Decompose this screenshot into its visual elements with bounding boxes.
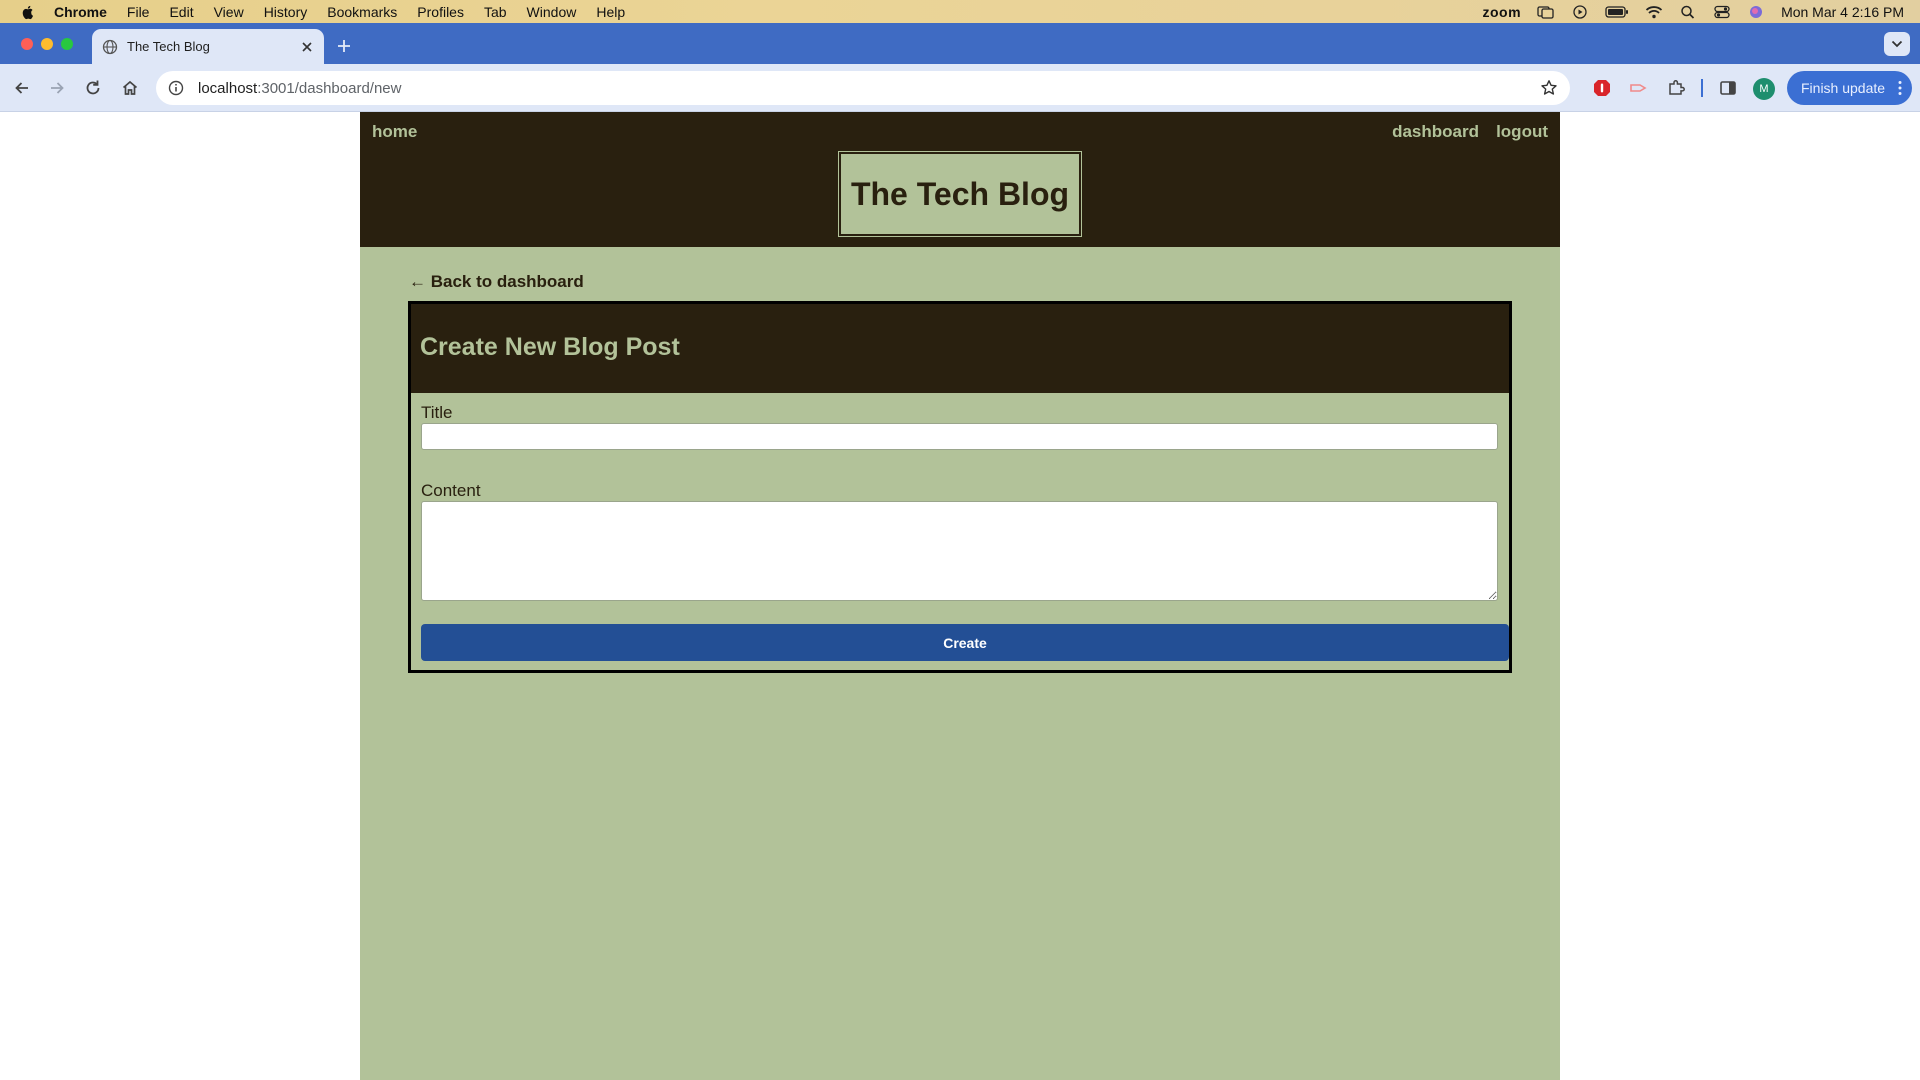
apple-icon[interactable] (20, 4, 36, 20)
url-host: localhost (198, 79, 258, 97)
site-container: home dashboard logout The Tech Blog ← Ba… (360, 112, 1560, 1080)
new-post-form: Create New Blog Post Title Content Creat… (408, 301, 1512, 673)
finish-update-button[interactable]: Finish update (1787, 71, 1912, 105)
nav-dashboard-link[interactable]: dashboard (1392, 122, 1479, 142)
window-close-button[interactable] (21, 38, 33, 50)
cast-extension-icon[interactable] (1628, 78, 1648, 98)
title-label: Title (421, 403, 453, 422)
menu-help[interactable]: Help (596, 4, 625, 20)
new-tab-plus-icon[interactable] (334, 36, 354, 56)
screen-mirroring-icon[interactable] (1537, 5, 1555, 19)
tab-close-button[interactable] (298, 38, 316, 56)
nav-logout-link[interactable]: logout (1496, 122, 1548, 142)
menu-tab[interactable]: Tab (484, 4, 507, 20)
menu-file[interactable]: File (127, 4, 150, 20)
post-title-input[interactable] (421, 423, 1498, 450)
status-area: zoom Mon Mar 4 2:16 PM (1483, 0, 1905, 23)
menu-profiles[interactable]: Profiles (417, 4, 464, 20)
site-info-icon[interactable] (168, 80, 184, 96)
macos-menubar: Chrome File Edit View History Bookmarks … (0, 0, 1920, 23)
reload-icon[interactable] (83, 78, 103, 98)
site-title: The Tech Blog (850, 175, 1070, 212)
kebab-menu-icon (1898, 81, 1902, 95)
form-header: Create New Blog Post (411, 304, 1509, 393)
close-icon (302, 41, 312, 52)
content-label: Content (421, 481, 481, 500)
bookmark-star-icon[interactable] (1540, 79, 1558, 97)
battery-icon[interactable] (1605, 5, 1629, 19)
page-viewport: home dashboard logout The Tech Blog ← Ba… (0, 112, 1920, 1080)
tab-title: The Tech Blog (127, 39, 210, 54)
menu-bookmarks[interactable]: Bookmarks (327, 4, 397, 20)
chrome-toolbar: localhost:3001/dashboard/new M Finish up… (0, 64, 1920, 112)
menu-history[interactable]: History (264, 4, 308, 20)
spotlight-search-icon[interactable] (1679, 5, 1697, 19)
forward-arrow-icon[interactable] (47, 78, 67, 98)
menu-chrome[interactable]: Chrome (54, 4, 107, 20)
control-center-icon[interactable] (1713, 5, 1731, 19)
menu-edit[interactable]: Edit (169, 4, 193, 20)
side-panel-icon[interactable] (1718, 78, 1738, 98)
form-heading: Create New Blog Post (420, 333, 680, 361)
siri-icon[interactable] (1747, 5, 1765, 19)
toolbar-divider (1701, 79, 1703, 97)
wifi-icon[interactable] (1645, 5, 1663, 19)
chrome-tab-strip: The Tech Blog (0, 23, 1920, 64)
menubar-clock[interactable]: Mon Mar 4 2:16 PM (1781, 4, 1904, 20)
tab-search-button[interactable] (1884, 32, 1910, 56)
url-path: :3001/dashboard/new (257, 79, 402, 97)
profile-avatar[interactable]: M (1753, 78, 1775, 100)
site-brand-box: The Tech Blog (838, 151, 1082, 237)
finish-update-label: Finish update (1801, 80, 1886, 96)
extensions-puzzle-icon[interactable] (1666, 78, 1686, 98)
media-play-icon[interactable] (1571, 4, 1589, 19)
chevron-down-icon (1891, 40, 1903, 48)
address-url: localhost:3001/dashboard/new (198, 80, 401, 97)
zoom-status-item[interactable]: zoom (1483, 4, 1522, 20)
home-icon[interactable] (120, 78, 140, 98)
back-to-dashboard-link[interactable]: ← Back to dashboard (409, 272, 584, 292)
create-post-button[interactable]: Create (421, 624, 1509, 661)
post-content-textarea[interactable] (421, 501, 1498, 601)
browser-tab-active[interactable]: The Tech Blog (92, 29, 324, 64)
window-zoom-button[interactable] (61, 38, 73, 50)
menu-view[interactable]: View (214, 4, 244, 20)
window-minimize-button[interactable] (41, 38, 53, 50)
adblock-extension-icon[interactable] (1592, 78, 1612, 98)
address-bar[interactable]: localhost:3001/dashboard/new (156, 71, 1570, 105)
back-arrow-icon[interactable] (12, 78, 32, 98)
nav-home-link[interactable]: home (372, 122, 417, 142)
site-header: home dashboard logout The Tech Blog (360, 112, 1560, 247)
menu-window[interactable]: Window (527, 4, 577, 20)
globe-favicon-icon (102, 39, 118, 54)
